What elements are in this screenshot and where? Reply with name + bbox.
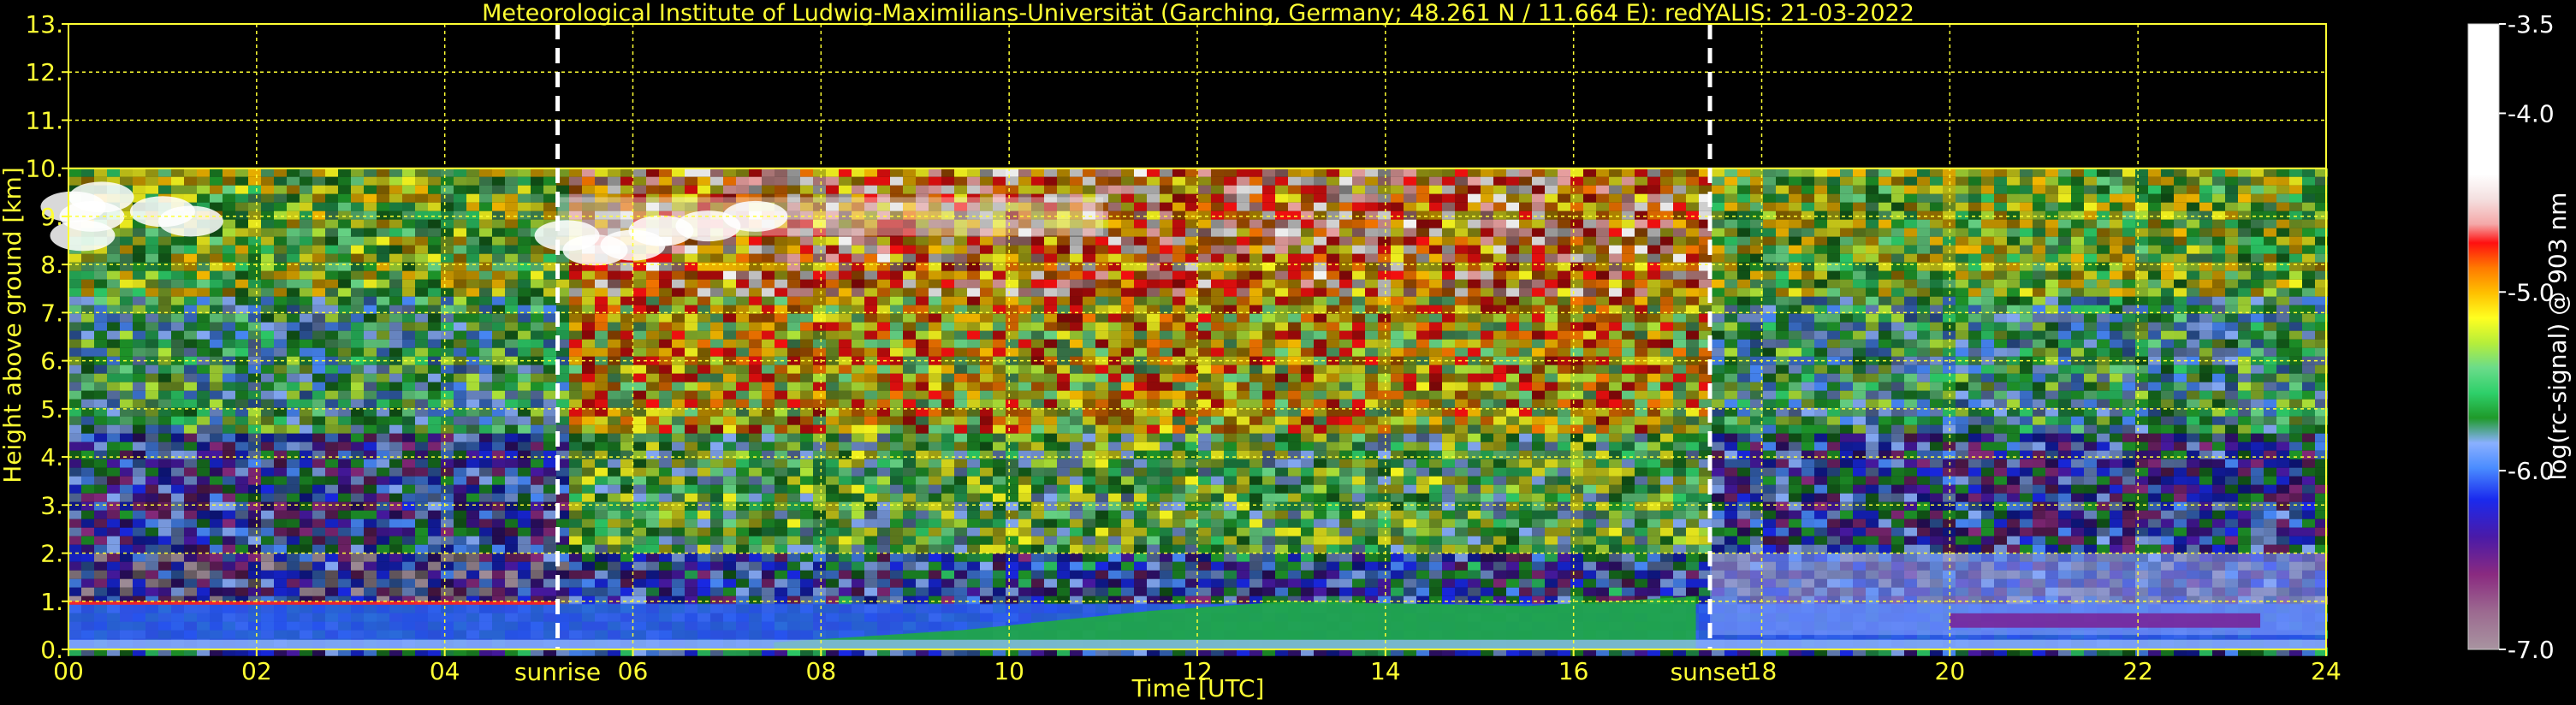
nocturnal-layer [1950,613,2261,628]
y-tick-label-7: 7. [40,299,63,327]
x-axis-label: Time [UTC] [1131,674,1265,702]
y-tick-label-13: 13. [25,10,63,39]
y-tick-label-5: 5. [40,395,63,424]
colorbar-tick-label-4: -7.0 [2508,636,2555,664]
colorbar-tick-label-0: -3.5 [2508,10,2555,39]
x-tick-label-8: 16 [1558,657,1589,685]
x-tick-label-10: 20 [1935,657,1966,685]
y-tick-label-11: 11. [25,106,63,134]
x-tick-label-12: 24 [2311,657,2342,685]
x-tick-label-11: 22 [2122,657,2153,685]
x-tick-label-5: 10 [994,657,1024,685]
chart-svg: sunrise sunset 00 02 04 06 08 10 12 14 16 18 20 22 24… [0,0,2572,702]
colorbar-label: log(rc-signal) @ 903 nm [2543,193,2572,481]
y-tick-label-4: 4. [40,443,63,471]
y-tick-label-12: 12. [25,58,63,86]
y-tick-label-9: 9. [40,203,63,231]
x-tick-label-2: 04 [430,657,460,685]
y-tick-label-8: 8. [40,251,63,279]
colorbar: -3.5-4.0-5.0-6.0-7.0 [2467,10,2555,664]
x-tick-label-1: 02 [241,657,272,685]
y-tick-label-6: 6. [40,347,63,376]
y-tick-label-3: 3. [40,491,63,519]
x-tick-label-7: 14 [1370,657,1401,685]
x-tick-label-9: 18 [1747,657,1778,685]
chart-title: Meteorological Institute of Ludwig-Maxim… [482,0,1914,27]
y-tick-label-1: 1. [40,588,63,616]
lidar-quicklook: sunrise sunset 00 02 04 06 08 10 12 14 16 18 20 22 24… [0,0,2576,705]
y-axis-label: Height above ground [km] [0,167,27,483]
colorbar-tick-label-1: -4.0 [2508,99,2555,127]
residual-layer-top [68,601,558,605]
sunrise-label: sunrise [514,658,601,686]
y-tick-label-0: 0. [40,636,63,664]
y-tick-label-2: 2. [40,540,63,568]
x-tick-label-4: 08 [806,657,837,685]
y-tick-label-10: 10. [25,155,63,183]
cirrus-patch-3 [68,181,134,213]
sunset-label: sunset [1671,658,1750,686]
x-tick-label-3: 06 [618,657,649,685]
colorbar-gradient [2468,24,2499,649]
cirrus-patch-5 [157,205,223,237]
